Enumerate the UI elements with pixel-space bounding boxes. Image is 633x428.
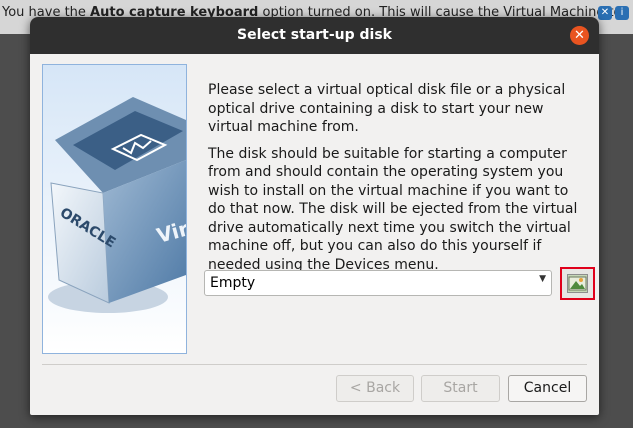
select-startup-disk-dialog: Select start-up disk ✕ ORACLE Virt Pleas…	[30, 17, 599, 415]
cancel-button[interactable]: Cancel	[508, 375, 587, 402]
chevron-down-icon: ▼	[539, 274, 546, 284]
dialog-content: Please select a virtual optical disk fil…	[208, 81, 584, 282]
disk-select-value: Empty	[210, 275, 256, 291]
start-button[interactable]: Start	[421, 375, 500, 402]
dialog-titlebar: Select start-up disk ✕	[30, 17, 599, 54]
notification-icons: ✕ i	[598, 6, 629, 20]
notification-info-icon[interactable]: i	[615, 6, 629, 20]
notification-close-icon[interactable]: ✕	[598, 6, 612, 20]
footer-divider	[42, 364, 587, 365]
virtualbox-cube-icon: ORACLE Virt	[43, 65, 186, 353]
details-paragraph: The disk should be suitable for starting…	[208, 145, 578, 273]
back-button[interactable]: < Back	[336, 375, 414, 402]
disk-select-dropdown[interactable]: Empty ▼	[204, 270, 552, 296]
virtualbox-logo-image: ORACLE Virt	[42, 64, 187, 354]
intro-paragraph: Please select a virtual optical disk fil…	[208, 82, 566, 135]
choose-disk-file-button[interactable]	[560, 267, 595, 300]
close-icon[interactable]: ✕	[570, 26, 589, 45]
dialog-title: Select start-up disk	[237, 27, 392, 43]
folder-icon	[567, 274, 588, 293]
